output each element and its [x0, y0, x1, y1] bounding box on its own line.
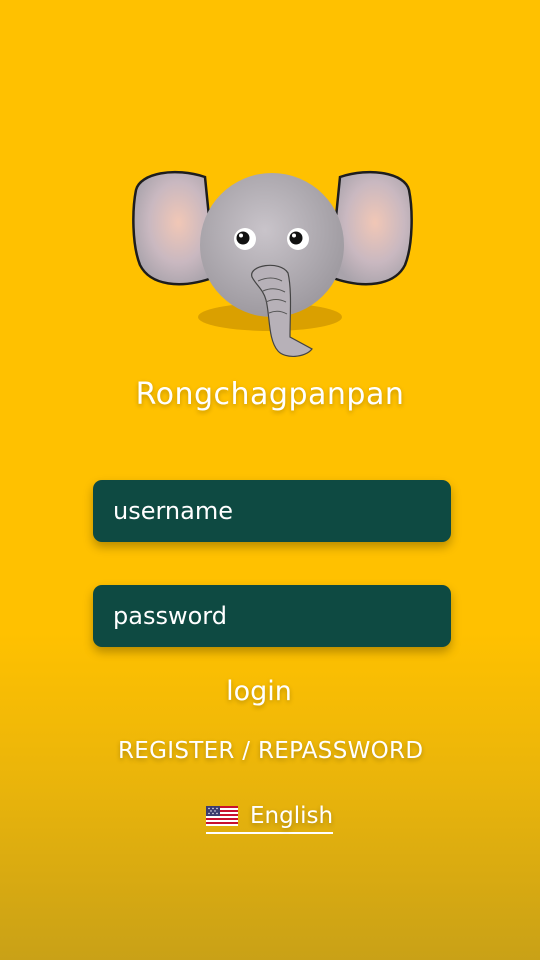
login-button[interactable]: login [0, 676, 518, 707]
language-selector[interactable]: English [206, 802, 334, 834]
app-title: Rongchagpanpan [135, 377, 405, 412]
us-flag-icon [206, 806, 238, 826]
register-repassword-link[interactable]: REGISTER / REPASSWORD [118, 738, 423, 764]
language-label: English [250, 803, 334, 829]
password-input[interactable] [93, 585, 451, 647]
elephant-logo-icon [132, 170, 413, 357]
username-input[interactable] [93, 480, 451, 542]
